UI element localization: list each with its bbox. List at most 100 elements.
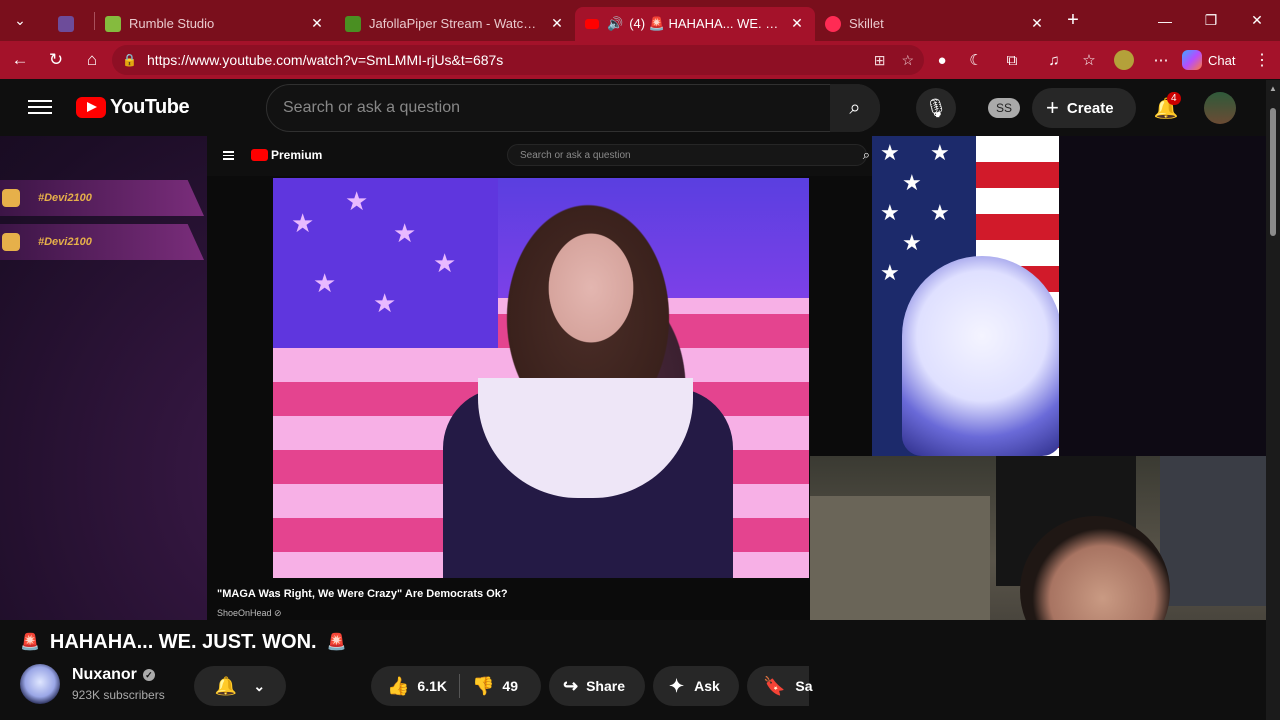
voice-search-mic-icon[interactable]: 🎙	[916, 88, 956, 128]
flag-star-icon: ★	[930, 200, 950, 225]
back-icon[interactable]: ←	[2, 41, 38, 79]
search-input[interactable]: Search or ask a question ⌕	[266, 84, 880, 132]
captured-premium-logo: Premium	[251, 148, 322, 162]
home-icon[interactable]: ⌂	[74, 41, 110, 79]
logo-wordmark: YouTube	[110, 96, 190, 118]
channel-name[interactable]: Nuxanor ✓	[72, 666, 155, 684]
save-button[interactable]: 🔖 Sa	[747, 666, 813, 706]
channel-avatar[interactable]	[20, 664, 60, 704]
flag-canton	[273, 178, 498, 348]
webcam-shelf	[810, 496, 990, 620]
lock-icon[interactable]: 🔒	[122, 53, 137, 67]
captured-youtube-window: Premium Search or ask a question ⌕ ★ ★ ★…	[207, 136, 872, 620]
ss-extension-badge[interactable]: SS	[988, 98, 1020, 118]
search-button[interactable]: ⌕	[830, 84, 880, 132]
flag-star-icon: ★	[433, 248, 457, 278]
captured-header: Premium Search or ask a question ⌕	[207, 136, 872, 176]
sparkle-icon: ✦	[669, 675, 685, 696]
close-tab-icon[interactable]: ✕	[309, 15, 325, 32]
overlay-handle: #Devi2100	[38, 236, 92, 248]
channel-name-text: Nuxanor	[72, 666, 137, 683]
like-count[interactable]: 6.1K	[417, 678, 447, 694]
dislike-count: 49	[502, 678, 518, 694]
create-button[interactable]: + Create	[1032, 88, 1136, 128]
address-toolbar: ← ↻ ⌂ 🔒 https://www.youtube.com/watch?v=…	[0, 41, 1280, 79]
flag-star-icon: ★	[373, 288, 397, 318]
notifications-bell-icon[interactable]: 🔔 4	[1150, 92, 1182, 124]
siren-icon: 🚨	[20, 634, 40, 651]
workspaces-button[interactable]	[40, 7, 94, 41]
tab-jafollapiper[interactable]: JafollaPiper Stream - Watch Live o ✕	[335, 7, 575, 41]
overlay-handle: #Devi2100	[38, 192, 92, 204]
youtube-favicon-icon	[585, 18, 599, 29]
copilot-chat-button[interactable]: Chat	[1182, 45, 1248, 75]
share-arrow-icon: ↪	[563, 675, 579, 696]
tab-actions-chevron-icon[interactable]: ⌄	[0, 0, 40, 41]
close-tab-icon[interactable]: ✕	[789, 15, 805, 32]
apps-icon[interactable]: ⊞	[874, 52, 886, 69]
url-field[interactable]: 🔒 https://www.youtube.com/watch?v=SmLMMI…	[112, 45, 924, 75]
tab-title: (4) 🚨 HAHAHA... WE. JUST. W	[629, 15, 783, 31]
tab-rumble-studio[interactable]: Rumble Studio ✕	[95, 7, 335, 41]
captured-search-placeholder: Search or ask a question	[520, 149, 631, 161]
video-player[interactable]: #Devi2100 #Devi2100 Premium Search or as…	[0, 136, 1266, 620]
bell-icon: 🔔	[214, 675, 238, 696]
sidebar-more-icon[interactable]: ⋮	[1250, 41, 1274, 79]
dislike-thumb-icon[interactable]: 👎	[472, 676, 494, 697]
close-tab-icon[interactable]: ✕	[549, 15, 565, 32]
close-tab-icon[interactable]: ✕	[1029, 15, 1045, 32]
extension-icon[interactable]: ●	[926, 41, 958, 79]
youtube-overlay-icon	[2, 233, 20, 251]
extensions-puzzle-icon[interactable]: ⧉	[996, 41, 1028, 79]
like-dislike-group: 👍 6.1K 👎 49	[371, 666, 541, 706]
like-thumb-icon[interactable]: 👍	[387, 676, 409, 697]
restore-icon[interactable]: ❐	[1188, 0, 1234, 41]
captured-video-frame: ★ ★ ★ ★ ★ ★	[273, 178, 809, 578]
tab-title: Rumble Studio	[129, 16, 215, 31]
notification-count-badge: 4	[1167, 92, 1181, 105]
search-icon: ⌕	[849, 96, 861, 119]
flag-star-icon: ★	[345, 186, 369, 216]
ask-button[interactable]: ✦ Ask	[653, 666, 739, 706]
profile-avatar-icon[interactable]	[1108, 41, 1140, 79]
create-label: Create	[1066, 99, 1114, 117]
media-control-icon[interactable]: ♫	[1038, 41, 1070, 79]
captured-play-icon	[251, 149, 268, 161]
minimize-icon[interactable]: —	[1142, 0, 1188, 41]
flag-star-icon: ★	[393, 218, 417, 248]
kick-favicon-icon	[345, 15, 361, 32]
video-title: 🚨 HAHAHA... WE. JUST. WON. 🚨	[20, 629, 347, 655]
flag-star-icon: ★	[880, 260, 900, 285]
bookmark-icon: 🔖	[763, 675, 786, 696]
speaker-icon[interactable]: 🔊	[607, 16, 623, 32]
refresh-icon[interactable]: ↻	[38, 41, 74, 79]
share-button[interactable]: ↪ Share	[549, 666, 645, 706]
tab-youtube-active[interactable]: 🔊 (4) 🚨 HAHAHA... WE. JUST. W ✕	[575, 6, 815, 41]
captured-video-title: "MAGA Was Right, We Were Crazy" Are Demo…	[217, 588, 508, 600]
stream-overlay-youtube: #Devi2100	[0, 224, 204, 260]
captured-logo-text: Premium	[271, 148, 323, 162]
siren-icon: 🚨	[326, 634, 347, 651]
close-window-icon[interactable]: ✕	[1234, 0, 1280, 41]
tab-bar: ⌄ Rumble Studio ✕ JafollaPiper Stream - …	[0, 0, 1280, 41]
more-options-icon[interactable]: ⋯	[1145, 41, 1177, 79]
url-text: https://www.youtube.com/watch?v=SmLMMI-r…	[146, 52, 504, 68]
dark-mode-icon[interactable]: ☾	[960, 41, 992, 79]
account-avatar[interactable]	[1204, 92, 1236, 124]
tab-skillet[interactable]: Skillet ✕	[815, 7, 1055, 41]
scrollbar-thumb[interactable]	[1270, 108, 1276, 236]
favorites-icon[interactable]: ☆	[1073, 41, 1105, 79]
subscriber-count: 923K subscribers	[72, 688, 165, 702]
subscribed-notifications-button[interactable]: 🔔 ⌄	[194, 666, 286, 706]
new-tab-icon[interactable]: +	[1055, 9, 1091, 32]
favorite-star-icon[interactable]: ☆	[901, 52, 914, 69]
like-divider	[459, 674, 460, 698]
page-scrollbar[interactable]: ▲	[1266, 80, 1280, 720]
scroll-up-arrow-icon[interactable]: ▲	[1269, 84, 1277, 93]
menu-icon[interactable]	[28, 96, 52, 120]
flag-star-icon: ★	[902, 170, 922, 195]
youtube-logo[interactable]: YouTube	[76, 96, 190, 119]
video-title-text: HAHAHA... WE. JUST. WON.	[49, 630, 317, 653]
flag-star-icon: ★	[291, 208, 315, 238]
vtuber-avatar-overlay: ★ ★ ★ ★ ★ ★ ★	[872, 136, 1059, 456]
